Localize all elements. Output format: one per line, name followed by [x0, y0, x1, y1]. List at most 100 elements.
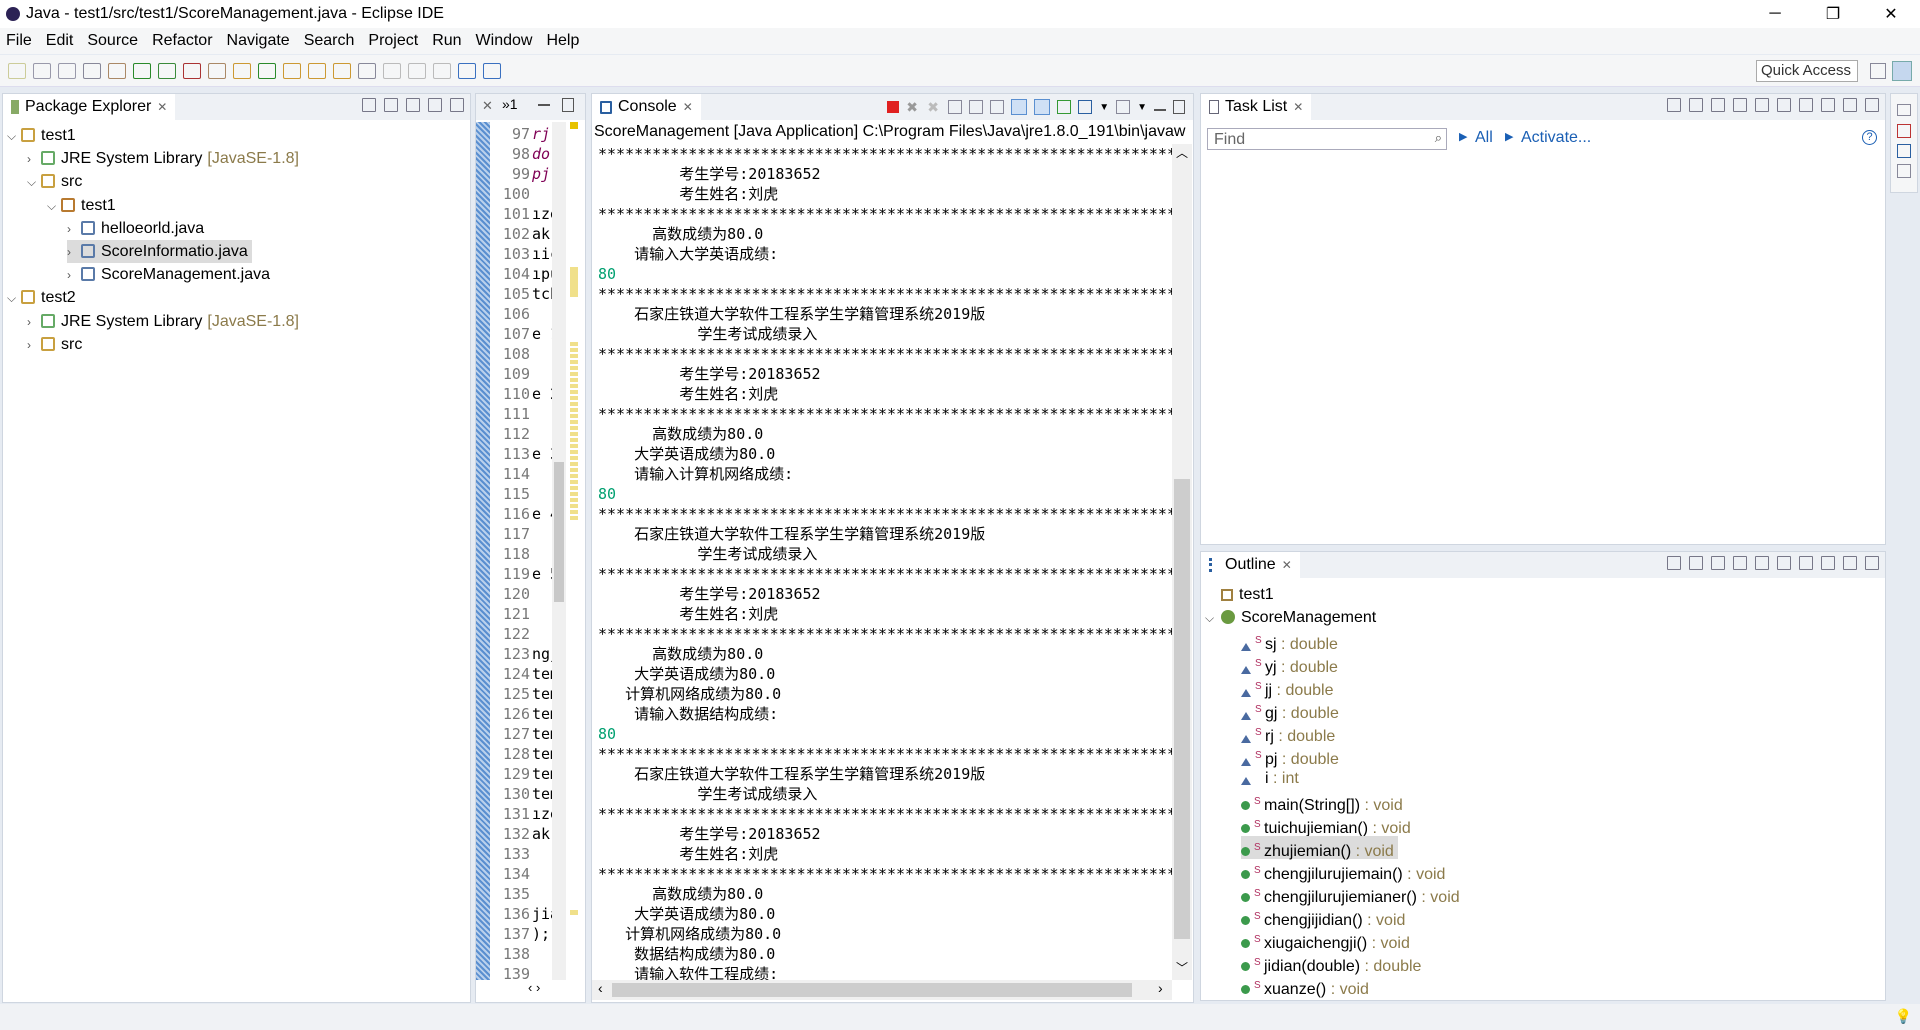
scroll-lock-icon[interactable]: [969, 100, 984, 114]
tab-outline[interactable]: Outline ✕: [1201, 552, 1300, 578]
close-editor-icon[interactable]: ✕: [482, 98, 493, 114]
outline-item[interactable]: ⌵ ScoreManagement: [1205, 606, 1380, 629]
problems-icon[interactable]: [1897, 124, 1911, 138]
outline-item[interactable]: Schengjilurujiemain() : void: [1241, 859, 1449, 883]
focus-icon[interactable]: [1799, 556, 1813, 570]
collapse-all-icon[interactable]: [1777, 98, 1791, 112]
chevron-down-icon[interactable]: ⌵: [1205, 607, 1219, 630]
outline-item[interactable]: Sgj : double: [1241, 698, 1343, 722]
maximize-icon[interactable]: [450, 98, 464, 112]
close-icon[interactable]: ✕: [1282, 558, 1292, 572]
open-console-icon[interactable]: [1116, 100, 1131, 114]
last-edit-icon[interactable]: [433, 62, 451, 79]
chevron-down-icon[interactable]: ⌵: [7, 287, 21, 310]
new-java-project-icon[interactable]: [208, 62, 226, 79]
new-icon[interactable]: [8, 62, 26, 79]
hide-completed-icon[interactable]: [1733, 98, 1747, 112]
menu-file[interactable]: File: [6, 32, 32, 50]
chevron-right-icon[interactable]: ›: [67, 218, 81, 241]
code-area[interactable]: 97 rj 98 do 99 pj 100 101 ıze 102 ak; 103 ıic 104 ıpu 1…: [476, 122, 562, 980]
outline-item[interactable]: Sxiugaichengji() : void: [1241, 928, 1414, 952]
activate-link[interactable]: Activate...: [1521, 129, 1591, 147]
hide-fields-icon[interactable]: [1711, 556, 1725, 570]
close-icon[interactable]: ✕: [1293, 100, 1303, 114]
view-menu-icon[interactable]: [406, 98, 420, 112]
tip-icon[interactable]: 💡: [1895, 1008, 1912, 1025]
back-icon[interactable]: [458, 62, 476, 79]
outline-item[interactable]: Stuichujiemian() : void: [1241, 813, 1415, 837]
outline-item[interactable]: Sxuanze() : void: [1241, 974, 1373, 998]
maximize-icon[interactable]: [1865, 556, 1879, 570]
search-icon[interactable]: [333, 62, 351, 79]
chevron-right-icon[interactable]: ›: [67, 264, 81, 287]
outline-item[interactable]: Schengjilurujiemianer() : void: [1241, 882, 1464, 906]
clear-console-icon[interactable]: [948, 100, 963, 114]
terminate-icon[interactable]: [887, 101, 900, 113]
tree-item[interactable]: › ScoreInformatio.java: [67, 240, 252, 263]
menu-project[interactable]: Project: [368, 32, 418, 50]
new-class-icon[interactable]: [258, 62, 276, 79]
menu-run[interactable]: Run: [432, 32, 461, 50]
menu-help[interactable]: Help: [546, 32, 579, 50]
outline-item[interactable]: Szhujiemian() : void: [1241, 836, 1398, 860]
minimize-icon[interactable]: [428, 98, 442, 112]
console-horizontal-scrollbar[interactable]: ‹ ›: [592, 980, 1172, 1000]
show-on-stderr-icon[interactable]: [1034, 99, 1051, 115]
console-output[interactable]: ****************************************…: [592, 144, 1172, 980]
hide-local-types-icon[interactable]: [1777, 556, 1791, 570]
forward-icon[interactable]: [483, 62, 501, 79]
help-icon[interactable]: ?: [1862, 130, 1877, 145]
collapse-all-icon[interactable]: [362, 98, 376, 112]
tree-item[interactable]: › JRE System Library [JavaSE-1.8]: [27, 310, 303, 333]
hide-non-public-icon[interactable]: [1755, 556, 1769, 570]
find-input[interactable]: Find ⌕: [1207, 128, 1447, 150]
scheduled-icon[interactable]: [1711, 98, 1725, 112]
menu-edit[interactable]: Edit: [46, 32, 74, 50]
minimize-icon[interactable]: [1843, 98, 1857, 112]
chevron-right-icon[interactable]: ›: [67, 241, 81, 264]
tab-package-explorer[interactable]: Package Explorer ✕: [3, 94, 176, 120]
menu-search[interactable]: Search: [304, 32, 355, 50]
tree-item[interactable]: › ScoreManagement.java: [67, 263, 274, 286]
outline-item[interactable]: Syj : double: [1241, 652, 1342, 676]
maximize-button[interactable]: ❐: [1804, 0, 1862, 28]
editor-vertical-scrollbar[interactable]: [552, 122, 566, 980]
maximize-icon[interactable]: [1865, 98, 1879, 112]
outline-item[interactable]: Ssj : double: [1241, 629, 1342, 653]
maximize-icon[interactable]: [562, 98, 574, 112]
new-task-icon[interactable]: [1667, 98, 1681, 112]
outline-item[interactable]: i : int: [1241, 767, 1303, 790]
toggle-mark-icon[interactable]: [358, 62, 376, 79]
all-link[interactable]: All: [1475, 129, 1493, 147]
maximize-icon[interactable]: [1173, 100, 1185, 114]
pin-console-icon[interactable]: [1057, 100, 1072, 114]
outline-item[interactable]: Srj : double: [1241, 721, 1339, 745]
tree-item[interactable]: ⌵ test1: [47, 194, 120, 217]
editor-horizontal-scroll-arrows[interactable]: ‹ ›: [528, 980, 540, 995]
show-on-stdout-icon[interactable]: [1011, 99, 1028, 115]
chevron-right-icon[interactable]: ›: [27, 148, 41, 171]
minimize-icon[interactable]: [538, 98, 550, 106]
hide-static-icon[interactable]: [1733, 556, 1747, 570]
next-annotation-icon[interactable]: [383, 62, 401, 79]
open-type-icon[interactable]: [283, 62, 301, 79]
prev-annotation-icon[interactable]: [408, 62, 426, 79]
word-wrap-icon[interactable]: [990, 100, 1005, 114]
debug-icon[interactable]: [108, 62, 126, 79]
display-console-icon[interactable]: [1078, 100, 1093, 114]
coverage-icon[interactable]: [158, 62, 176, 79]
minimize-button[interactable]: ─: [1746, 0, 1804, 28]
sync-icon[interactable]: [1799, 98, 1813, 112]
skip-breakpoints-icon[interactable]: [83, 62, 101, 79]
minimize-icon[interactable]: [1843, 556, 1857, 570]
open-task-icon[interactable]: [308, 62, 326, 79]
close-icon[interactable]: ✕: [157, 100, 167, 114]
remove-all-icon[interactable]: ✖: [927, 100, 941, 114]
java-perspective-icon[interactable]: [1892, 61, 1912, 81]
link-editor-icon[interactable]: [384, 98, 398, 112]
chevron-down-icon[interactable]: ⌵: [27, 171, 41, 194]
menu-source[interactable]: Source: [87, 32, 138, 50]
chevron-right-icon[interactable]: ›: [27, 311, 41, 334]
categorized-icon[interactable]: [1689, 98, 1703, 112]
tab-task-list[interactable]: Task List ✕: [1201, 94, 1312, 120]
